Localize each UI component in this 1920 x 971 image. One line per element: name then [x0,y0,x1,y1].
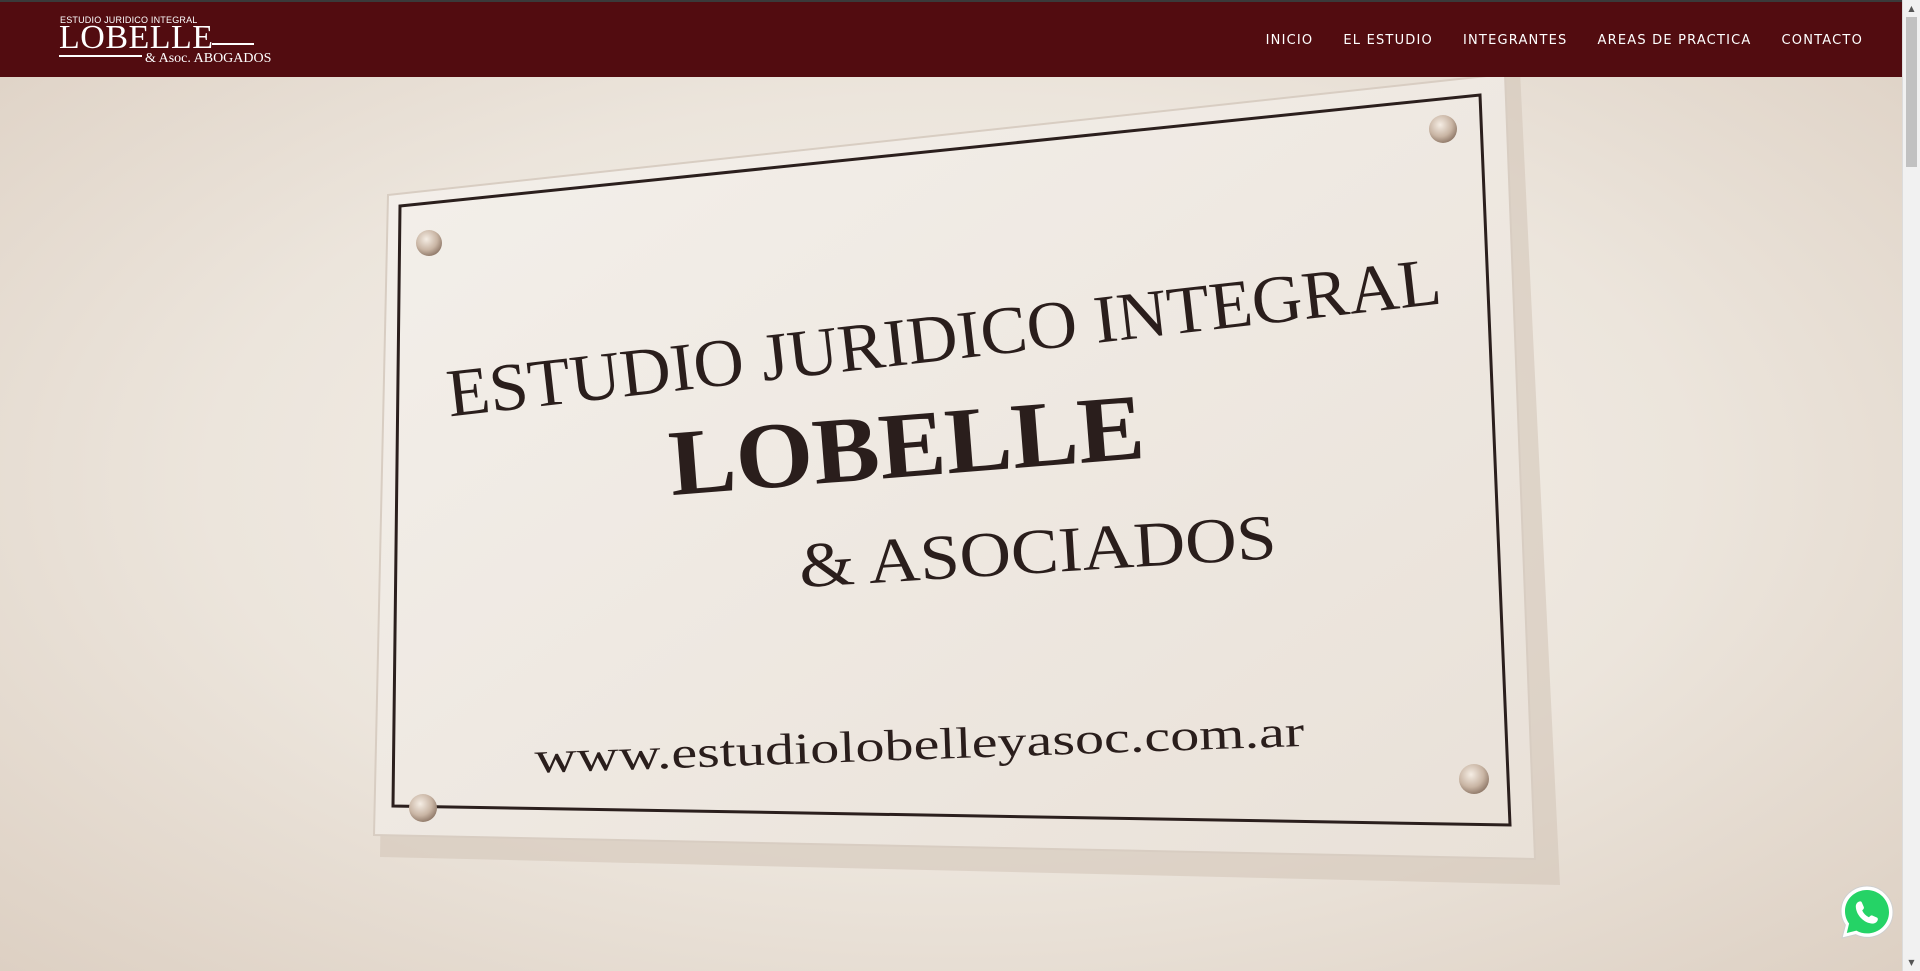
whatsapp-button[interactable] [1838,883,1896,941]
screw-bottom-right [1459,764,1489,794]
logo-subtitle: & Asoc. ABOGADOS [145,51,272,66]
screw-top-right [1429,115,1457,143]
nav-link-inicio[interactable]: INICIO [1266,25,1314,57]
navbar: ESTUDIO JURIDICO INTEGRAL LOBELLE & Asoc… [0,0,1902,77]
nav-link-integrantes[interactable]: INTEGRANTES [1463,25,1568,57]
main-menu: INICIO EL ESTUDIO INTEGRANTES AREAS DE P… [1266,25,1863,57]
scroll-thumb[interactable] [1906,17,1917,167]
screw-bottom-left [409,794,437,822]
nav-link-areas-de-practica[interactable]: AREAS DE PRACTICA [1598,25,1752,57]
logo-dash [212,43,254,45]
logo-rule [59,55,142,57]
hero-slider: ESTUDIO JURIDICO INTEGRAL LOBELLE & ASOC… [0,77,1902,971]
screw-top-left [416,230,442,256]
site-logo[interactable]: ESTUDIO JURIDICO INTEGRAL LOBELLE & Asoc… [59,13,271,71]
nav-link-el-estudio[interactable]: EL ESTUDIO [1343,25,1433,57]
page-scrollbar[interactable]: ▲ ▼ [1902,0,1920,971]
nav-link-contacto[interactable]: CONTACTO [1782,25,1863,57]
scroll-down-icon[interactable]: ▼ [1903,954,1920,971]
plaque-image: ESTUDIO JURIDICO INTEGRAL LOBELLE & ASOC… [372,77,1560,885]
scroll-up-icon[interactable]: ▲ [1903,0,1920,17]
whatsapp-icon [1840,885,1894,939]
